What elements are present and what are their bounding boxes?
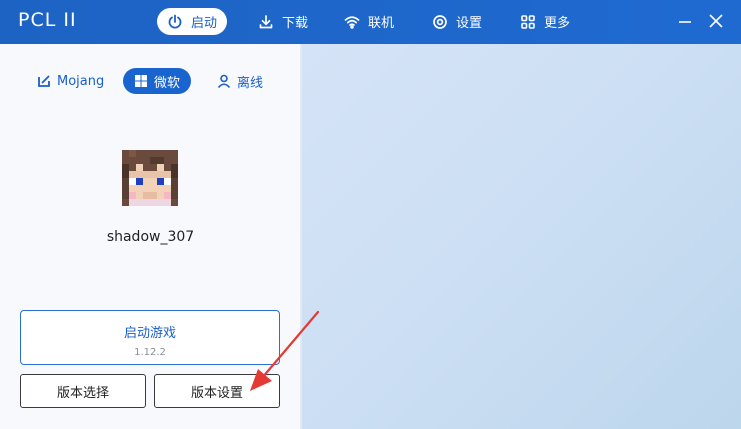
person-icon: [217, 74, 231, 88]
background-area: [302, 44, 741, 429]
download-icon: [259, 14, 273, 28]
avatar: [122, 150, 178, 206]
nav-launch[interactable]: 启动: [157, 8, 228, 35]
nav-download[interactable]: 下载: [248, 8, 318, 35]
account-panel: Mojang 微软 离线 shadow_307 启动游戏 1.12.2 版本选择…: [0, 44, 301, 429]
nav-multiplayer[interactable]: 联机: [334, 8, 404, 35]
grid-icon: [521, 14, 535, 29]
version-select-button[interactable]: 版本选择: [20, 374, 146, 408]
launch-game-label: 启动游戏: [123, 326, 176, 341]
nav-more[interactable]: 更多: [510, 8, 580, 35]
close-icon[interactable]: [707, 12, 725, 30]
username: shadow_307: [106, 229, 195, 245]
power-icon: [168, 14, 182, 28]
nav-settings[interactable]: 设置: [422, 8, 492, 35]
wifi-icon: [344, 15, 360, 29]
mojang-icon: [38, 75, 50, 87]
tab-offline-label: 离线: [237, 75, 264, 91]
nav-more-label: 更多: [544, 16, 571, 31]
app-logo: PCL II: [18, 9, 77, 31]
tab-microsoft-label: 微软: [154, 75, 181, 91]
tab-mojang[interactable]: Mojang: [26, 68, 115, 94]
windows-icon: [135, 75, 147, 87]
minimize-icon[interactable]: [676, 12, 694, 30]
gear-icon: [433, 14, 447, 29]
nav-launch-label: 启动: [191, 16, 218, 31]
tab-mojang-label: Mojang: [57, 73, 105, 89]
launch-version-label: 1.12.2: [134, 347, 166, 358]
tab-offline[interactable]: 离线: [206, 68, 274, 94]
version-settings-button[interactable]: 版本设置: [154, 374, 280, 408]
tab-microsoft[interactable]: 微软: [123, 68, 192, 94]
nav-download-label: 下载: [282, 16, 309, 31]
title-bar: PCL II 启动 下载 联机 设置 更多: [0, 0, 741, 44]
nav-multiplayer-label: 联机: [368, 16, 395, 31]
launch-game-button[interactable]: 启动游戏 1.12.2: [20, 310, 280, 365]
nav-settings-label: 设置: [456, 16, 483, 31]
